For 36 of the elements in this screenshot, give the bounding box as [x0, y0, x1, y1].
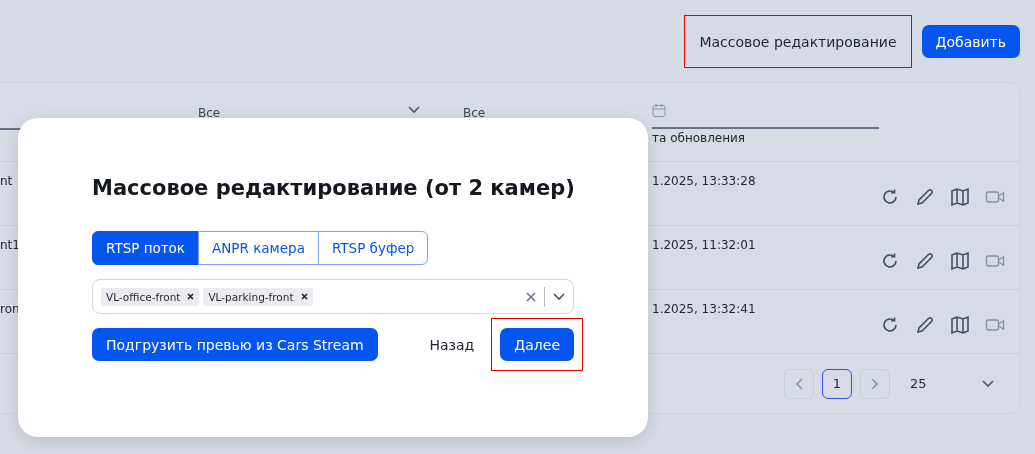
load-preview-button[interactable]: Подгрузить превью из Cars Stream: [92, 328, 378, 361]
camera-name: nt: [0, 174, 13, 188]
map-icon[interactable]: [950, 314, 970, 335]
clear-icon[interactable]: [526, 291, 536, 302]
next-button[interactable]: Далее: [500, 328, 574, 361]
updated-date: 1.2025, 13:33:28: [652, 174, 756, 188]
chevron-down-icon: [553, 292, 565, 301]
tab[interactable]: RTSP поток: [92, 231, 199, 265]
filter-select[interactable]: Все: [198, 106, 221, 120]
back-link[interactable]: Назад: [421, 328, 483, 361]
map-icon[interactable]: [950, 186, 970, 207]
add-button[interactable]: Добавить: [921, 25, 1020, 58]
chevron-down-icon: [982, 379, 994, 388]
dialog-title: Массовое редактирование (от 2 камер): [92, 176, 574, 200]
chevron-left-icon: [795, 377, 803, 390]
remove-icon[interactable]: [187, 293, 195, 300]
filter-select[interactable]: Все: [463, 106, 486, 120]
remove-icon[interactable]: [300, 293, 308, 300]
chevron-right-icon: [871, 377, 879, 390]
camera-select[interactable]: VL-office-front VL-parking-front: [92, 279, 574, 314]
camera-tag: VL-parking-front: [203, 287, 313, 306]
updated-date: 1.2025, 13:32:41: [652, 302, 756, 316]
chevron-down-icon: [408, 106, 420, 114]
mass-edit-link[interactable]: Массовое редактирование: [685, 25, 911, 58]
column-header: та обновления: [652, 130, 747, 145]
map-icon[interactable]: [950, 250, 970, 271]
tab[interactable]: ANPR камера: [198, 231, 319, 265]
camera-name: nt1: [0, 238, 20, 252]
tab[interactable]: RTSP буфер: [317, 231, 429, 265]
pencil-icon[interactable]: [915, 250, 935, 271]
camera-tag: VL-office-front: [101, 287, 200, 306]
page-button[interactable]: 1: [822, 368, 852, 399]
updated-date: 1.2025, 11:32:01: [652, 238, 756, 252]
pencil-icon[interactable]: [915, 186, 935, 207]
page-size-select[interactable]: 25: [910, 376, 994, 391]
pencil-icon[interactable]: [915, 314, 935, 335]
